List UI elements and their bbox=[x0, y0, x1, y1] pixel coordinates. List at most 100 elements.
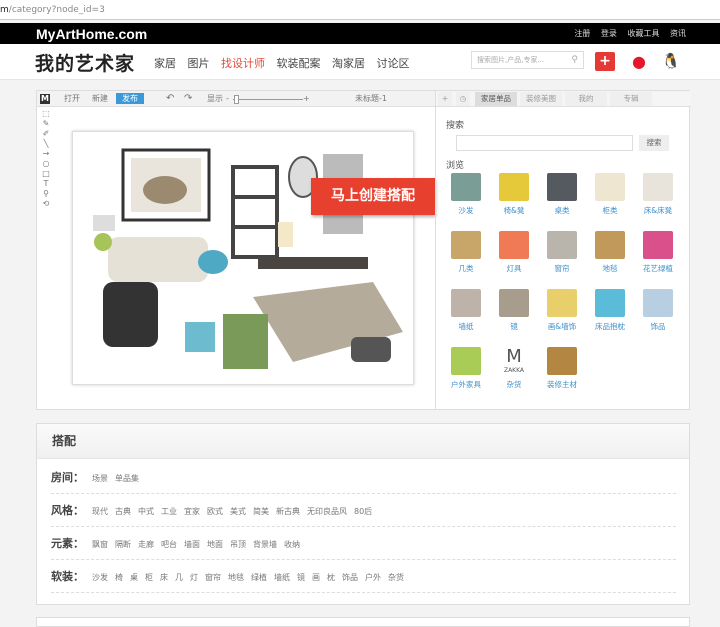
nav-home[interactable]: 家居 bbox=[154, 57, 176, 70]
text-tool-icon[interactable]: T bbox=[39, 179, 53, 189]
filter-option[interactable]: 椅 bbox=[115, 573, 123, 582]
create-moodboard-button[interactable]: 马上创建搭配 bbox=[311, 178, 435, 215]
filter-option[interactable]: 绿植 bbox=[251, 573, 267, 582]
zoom-in-button[interactable]: + bbox=[303, 91, 310, 107]
news-link[interactable]: 资讯 bbox=[670, 29, 686, 38]
rectangle-tool-icon[interactable]: □ bbox=[39, 169, 53, 179]
filter-option[interactable]: 场景 bbox=[92, 474, 108, 483]
filter-option[interactable]: 简美 bbox=[253, 507, 269, 516]
history-icon[interactable]: ◷ bbox=[456, 92, 470, 106]
filter-option[interactable]: 户外 bbox=[365, 573, 381, 582]
filter-option[interactable]: 工业 bbox=[161, 507, 177, 516]
new-button[interactable]: 新建 bbox=[92, 91, 108, 107]
tab-mine[interactable]: 我的 bbox=[565, 92, 607, 106]
undo-icon[interactable]: ↶ bbox=[166, 91, 174, 107]
publish-button[interactable]: 发布 bbox=[116, 93, 144, 104]
collect-tool-link[interactable]: 收藏工具 bbox=[627, 29, 659, 38]
category-5[interactable]: 几类 bbox=[444, 231, 488, 274]
filter-option[interactable]: 80后 bbox=[354, 507, 372, 516]
filter-option[interactable]: 沙发 bbox=[92, 573, 108, 582]
tab-albums[interactable]: 专辑 bbox=[610, 92, 652, 106]
filter-option[interactable]: 新古典 bbox=[276, 507, 300, 516]
nav-images[interactable]: 图片 bbox=[188, 57, 210, 70]
filter-option[interactable]: 画 bbox=[312, 573, 320, 582]
filter-option[interactable]: 几 bbox=[175, 573, 183, 582]
filter-option[interactable]: 吧台 bbox=[161, 540, 177, 549]
line-tool-icon[interactable]: ╲ bbox=[39, 139, 53, 149]
category-0[interactable]: 沙发 bbox=[444, 173, 488, 216]
nav-forum[interactable]: 讨论区 bbox=[377, 57, 410, 70]
pen-tool-icon[interactable]: ✐ bbox=[39, 129, 53, 139]
open-button[interactable]: 打开 bbox=[64, 91, 80, 107]
filter-option[interactable]: 桌 bbox=[130, 573, 138, 582]
weibo-icon[interactable]: ● bbox=[628, 52, 650, 72]
filter-option[interactable]: 地面 bbox=[207, 540, 223, 549]
filter-option[interactable]: 床 bbox=[160, 573, 168, 582]
site-logo[interactable]: MyArtHome.com bbox=[36, 24, 147, 44]
login-link[interactable]: 登录 bbox=[601, 29, 617, 38]
filter-option[interactable]: 墙面 bbox=[184, 540, 200, 549]
search-icon[interactable]: ⚲ bbox=[571, 52, 578, 68]
arrow-tool-icon[interactable]: → bbox=[39, 149, 53, 159]
rotate-tool-icon[interactable]: ⟲ bbox=[39, 199, 53, 209]
filter-option[interactable]: 镜 bbox=[297, 573, 305, 582]
category-7[interactable]: 窗帘 bbox=[540, 231, 584, 274]
category-6[interactable]: 灯具 bbox=[492, 231, 536, 274]
filter-option[interactable]: 宜家 bbox=[184, 507, 200, 516]
register-link[interactable]: 注册 bbox=[574, 29, 590, 38]
filter-option[interactable]: 飘窗 bbox=[92, 540, 108, 549]
filter-option[interactable]: 饰品 bbox=[342, 573, 358, 582]
filter-option[interactable]: 美式 bbox=[230, 507, 246, 516]
category-17[interactable]: 装修主材 bbox=[540, 347, 584, 390]
filter-option[interactable]: 柜 bbox=[145, 573, 153, 582]
zoom-out-button[interactable]: - bbox=[226, 91, 229, 107]
filter-option[interactable]: 墙纸 bbox=[274, 573, 290, 582]
category-4[interactable]: 床&床凳 bbox=[636, 173, 680, 216]
filter-option[interactable]: 古典 bbox=[115, 507, 131, 516]
category-12[interactable]: 画&墙饰 bbox=[540, 289, 584, 332]
ellipse-tool-icon[interactable]: ○ bbox=[39, 159, 53, 169]
filter-option[interactable]: 枕 bbox=[327, 573, 335, 582]
filter-option[interactable]: 吊顶 bbox=[230, 540, 246, 549]
filter-option[interactable]: 单品集 bbox=[115, 474, 139, 483]
address-bar[interactable]: m/category?node_id=3 bbox=[0, 0, 720, 20]
eyedropper-tool-icon[interactable]: ⚲ bbox=[39, 189, 53, 199]
nav-find-designer[interactable]: 找设计师 bbox=[221, 57, 265, 70]
filter-option[interactable]: 无印良品风 bbox=[307, 507, 347, 516]
add-button[interactable]: + bbox=[595, 52, 615, 71]
category-9[interactable]: 花艺绿植 bbox=[636, 231, 680, 274]
filter-option[interactable]: 窗帘 bbox=[205, 573, 221, 582]
filter-option[interactable]: 背景墙 bbox=[253, 540, 277, 549]
brand-logo[interactable]: 我的艺术家 bbox=[35, 49, 135, 76]
moodboard-canvas[interactable] bbox=[72, 131, 414, 385]
filter-option[interactable]: 隔断 bbox=[115, 540, 131, 549]
category-8[interactable]: 地毯 bbox=[588, 231, 632, 274]
select-tool-icon[interactable]: ⬚ bbox=[39, 109, 53, 119]
pencil-tool-icon[interactable]: ✎ bbox=[39, 119, 53, 129]
category-14[interactable]: 饰品 bbox=[636, 289, 680, 332]
filter-option[interactable]: 灯 bbox=[190, 573, 198, 582]
nav-shop[interactable]: 淘家居 bbox=[332, 57, 365, 70]
product-search-button[interactable]: 搜索 bbox=[639, 135, 669, 151]
category-10[interactable]: 墙纸 bbox=[444, 289, 488, 332]
category-1[interactable]: 椅&凳 bbox=[492, 173, 536, 216]
category-3[interactable]: 柜类 bbox=[588, 173, 632, 216]
filter-option[interactable]: 杂货 bbox=[388, 573, 404, 582]
tab-products[interactable]: 家居单品 bbox=[475, 92, 517, 106]
category-13[interactable]: 床品抱枕 bbox=[588, 289, 632, 332]
filter-option[interactable]: 走廊 bbox=[138, 540, 154, 549]
filter-option[interactable]: 中式 bbox=[138, 507, 154, 516]
category-16[interactable]: M ZAKKA 杂货 bbox=[492, 347, 536, 390]
zoom-slider-handle[interactable] bbox=[234, 95, 239, 104]
filter-option[interactable]: 收纳 bbox=[284, 540, 300, 549]
product-search-input[interactable] bbox=[456, 135, 633, 151]
filter-option[interactable]: 欧式 bbox=[207, 507, 223, 516]
site-search-input[interactable]: 搜索图片,产品,专家... ⚲ bbox=[471, 51, 584, 69]
nav-soft-decor[interactable]: 软装配案 bbox=[277, 57, 321, 70]
add-icon[interactable]: + bbox=[438, 92, 452, 106]
filter-option[interactable]: 现代 bbox=[92, 507, 108, 516]
redo-icon[interactable]: ↷ bbox=[184, 91, 192, 107]
category-15[interactable]: 户外家具 bbox=[444, 347, 488, 390]
filter-option[interactable]: 地毯 bbox=[228, 573, 244, 582]
category-11[interactable]: 镜 bbox=[492, 289, 536, 332]
